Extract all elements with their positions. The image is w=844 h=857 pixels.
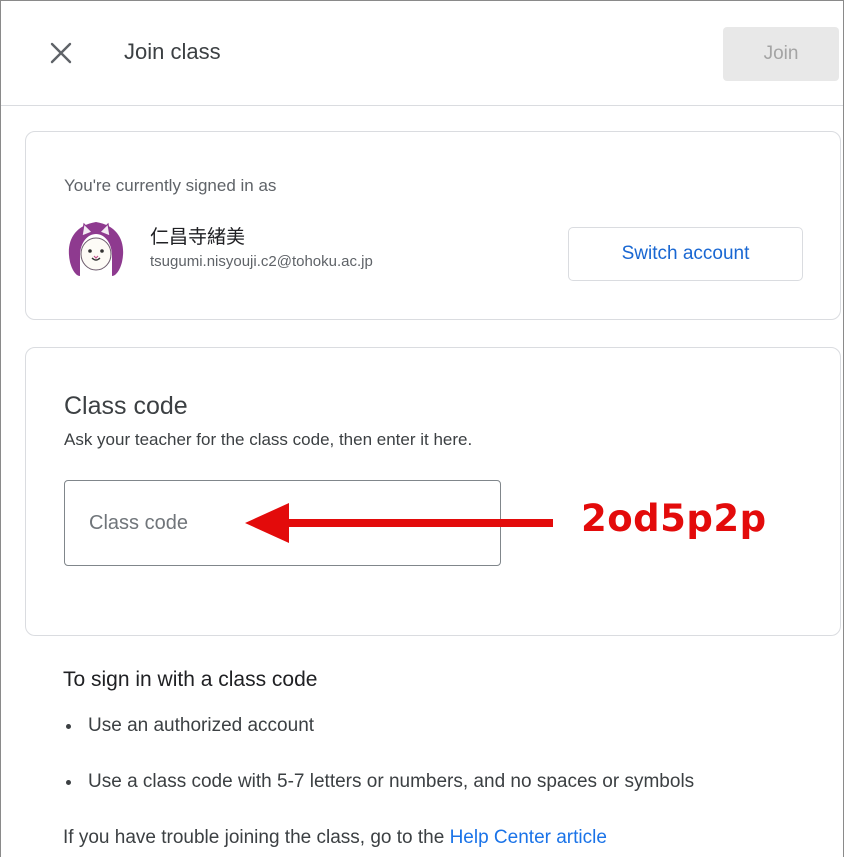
close-button[interactable]	[45, 37, 77, 69]
user-name: 仁昌寺緒美	[150, 227, 246, 248]
class-code-card: Class code Ask your teacher for the clas…	[25, 347, 841, 636]
class-code-description: Ask your teacher for the class code, the…	[64, 430, 473, 449]
class-code-title: Class code	[64, 392, 188, 420]
help-text: If you have trouble joining the class, g…	[63, 827, 607, 849]
help-center-link[interactable]: Help Center article	[450, 827, 607, 848]
dialog-title: Join class	[124, 39, 221, 64]
join-button[interactable]: Join	[723, 27, 839, 81]
join-class-dialog: Join class Join You're currently signed …	[0, 0, 844, 857]
list-item-text: Use a class code with 5-7 letters or num…	[88, 771, 695, 792]
account-card: You're currently signed in as 仁昌寺緒美 tsug…	[25, 131, 841, 320]
avatar	[64, 216, 128, 280]
list-item: Use a class code with 5-7 letters or num…	[63, 765, 694, 821]
annotation-class-code: 2od5p2p	[581, 497, 767, 540]
close-icon	[50, 42, 72, 64]
signed-in-label: You're currently signed in as	[64, 176, 277, 195]
list-item-text: Use an authorized account	[88, 715, 315, 736]
help-text-prefix: If you have trouble joining the class, g…	[63, 827, 450, 848]
info-title: To sign in with a class code	[63, 668, 318, 691]
bullet-icon	[66, 724, 71, 729]
cat-avatar-icon	[65, 217, 127, 279]
user-email: tsugumi.nisyouji.c2@tohoku.ac.jp	[150, 253, 373, 270]
bullet-icon	[66, 780, 71, 785]
dialog-header: Join class Join	[1, 1, 843, 106]
list-item: Use an authorized account	[63, 709, 694, 765]
switch-account-button[interactable]: Switch account	[568, 227, 803, 281]
requirements-list: Use an authorized account Use a class co…	[63, 709, 694, 821]
annotation-arrow-icon	[245, 503, 553, 543]
